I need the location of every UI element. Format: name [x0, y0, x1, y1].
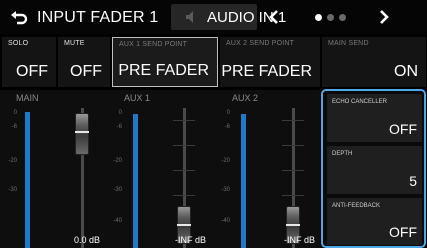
param-value: OFF — [389, 224, 417, 240]
scale-label: 0 — [13, 110, 17, 116]
fader-value-aux2: -INF dB — [284, 235, 316, 245]
echo-canceller-panel: ECHO CANCELLER OFF DEPTH 5 ANTI-FEEDBACK… — [321, 89, 426, 248]
fader-value-main: 0.0 dB — [74, 235, 101, 245]
fader-label-aux2: AUX 2 — [232, 93, 259, 103]
param-label: AUX 2 SEND POINT — [226, 40, 295, 47]
fader-tick — [173, 145, 195, 146]
param-label: ECHO CANCELLER — [332, 99, 388, 105]
page-indicator — [292, 8, 368, 26]
chevron-right-icon — [380, 10, 389, 24]
scale-label: -40 — [113, 218, 122, 224]
scale-label: -6 — [224, 124, 230, 130]
page-dot — [314, 13, 322, 21]
level-meter-main — [25, 112, 30, 248]
scale-label: -30 — [221, 187, 230, 193]
page-dot — [338, 13, 346, 21]
page-title: INPUT FADER 1 — [37, 9, 159, 26]
param-value: PRE FADER — [118, 62, 209, 79]
fader-tick — [282, 170, 304, 171]
param-value: PRE FADER — [221, 63, 312, 80]
scale-label: -6 — [11, 124, 17, 130]
next-channel-button[interactable] — [370, 4, 398, 30]
scale-label: -30 — [113, 187, 122, 193]
level-meter-aux1 — [133, 114, 138, 248]
param-label: MAIN SEND — [328, 40, 369, 47]
fader-tick — [173, 195, 195, 196]
depth-param[interactable]: DEPTH 5 — [327, 146, 422, 194]
fader-tick — [282, 120, 304, 121]
return-arrow-icon — [11, 11, 28, 25]
scale-label: -40 — [221, 218, 230, 224]
fader-knob-main[interactable] — [75, 113, 89, 155]
anti-feedback-param[interactable]: ANTI-FEEDBACK OFF — [327, 198, 422, 245]
scale-label: 0 — [118, 110, 122, 116]
fader-tick — [173, 170, 195, 171]
scale-label: -20 — [221, 158, 230, 164]
fader-tick — [282, 145, 304, 146]
param-value: OFF — [16, 63, 48, 80]
prev-channel-button[interactable] — [260, 4, 288, 30]
param-value: OFF — [70, 63, 102, 80]
fader-tick — [173, 120, 195, 121]
scale-label: 0 — [226, 110, 230, 116]
fader-tick — [282, 195, 304, 196]
title-bar: INPUT FADER 1 AUDIO IN 1 — [0, 0, 427, 34]
param-label: MUTE — [64, 40, 85, 47]
aux2-send-point-param[interactable]: AUX 2 SEND POINT PRE FADER — [220, 37, 320, 87]
param-label: ANTI-FEEDBACK — [332, 203, 381, 209]
back-button[interactable] — [6, 5, 32, 29]
fader-label-aux1: AUX 1 — [124, 93, 151, 103]
fader-area — [0, 90, 320, 248]
speaker-icon — [186, 11, 193, 23]
main-send-param[interactable]: MAIN SEND ON — [322, 37, 426, 87]
mute-param[interactable]: MUTE OFF — [58, 37, 110, 87]
param-value: 5 — [409, 173, 417, 189]
fader-label-main: MAIN — [16, 93, 39, 103]
level-meter-aux2 — [241, 114, 246, 248]
fader-value-aux1: -INF dB — [175, 235, 207, 245]
scale-label: -30 — [8, 187, 17, 193]
param-value: ON — [394, 63, 418, 80]
param-label: SOLO — [8, 40, 29, 47]
param-label: AUX 1 SEND POINT — [119, 41, 188, 48]
solo-param[interactable]: SOLO OFF — [2, 37, 56, 87]
echo-canceller-param[interactable]: ECHO CANCELLER OFF — [327, 94, 422, 142]
aux1-send-point-param[interactable]: AUX 1 SEND POINT PRE FADER — [112, 37, 218, 87]
scale-label: -20 — [113, 158, 122, 164]
page-dot — [326, 13, 334, 21]
scale-label: -6 — [116, 124, 122, 130]
scale-label: -20 — [8, 158, 17, 164]
param-label: DEPTH — [332, 151, 353, 157]
param-value: OFF — [389, 121, 417, 137]
chevron-left-icon — [269, 10, 278, 24]
